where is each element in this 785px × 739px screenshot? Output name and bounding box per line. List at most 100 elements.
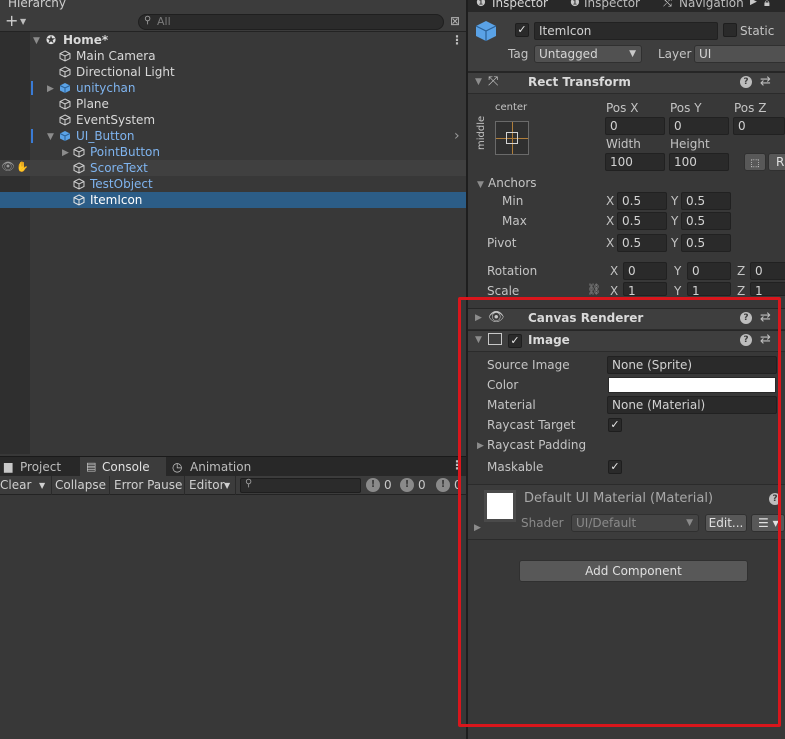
tab-navigation[interactable]: Navigation bbox=[679, 0, 744, 10]
settings-sliders-icon[interactable]: ⇄ bbox=[760, 74, 771, 89]
scale-x-input[interactable]: 1 bbox=[623, 282, 667, 296]
hierarchy-item[interactable]: ▼ UI_Button › bbox=[0, 128, 466, 144]
panel-menu-icon[interactable]: ⋮ bbox=[451, 458, 463, 472]
warning-count-toggle[interactable]: ! 0 bbox=[400, 477, 430, 494]
collapse-button[interactable]: Collapse bbox=[52, 476, 110, 495]
anchor-min-y-input[interactable]: 0.5 bbox=[681, 192, 731, 210]
edit-shader-button[interactable]: Edit... bbox=[705, 514, 747, 532]
tab-animation[interactable]: ◷ Animation bbox=[168, 457, 268, 477]
hierarchy-item-selected[interactable]: ItemIcon bbox=[0, 192, 466, 208]
hierarchy-item[interactable]: Plane bbox=[0, 96, 466, 112]
scene-menu-icon[interactable]: ⋮ bbox=[451, 32, 463, 48]
hierarchy-search-input[interactable]: ⚲ All bbox=[138, 14, 444, 30]
layer-dropdown[interactable]: UI bbox=[694, 45, 785, 63]
pos-x-input[interactable]: 0 bbox=[605, 117, 665, 135]
source-image-field[interactable]: None (Sprite) bbox=[607, 356, 777, 374]
scale-z-input[interactable]: 1 bbox=[750, 282, 785, 296]
anchor-presets-button[interactable] bbox=[495, 121, 529, 155]
rotation-x-input[interactable]: 0 bbox=[623, 262, 667, 280]
tab-inspector[interactable]: Inspector bbox=[492, 0, 548, 10]
clear-button[interactable]: Clear ▼ bbox=[0, 476, 52, 495]
rotation-z-input[interactable]: 0 bbox=[750, 262, 785, 280]
shader-dropdown[interactable]: UI/Default ▼ bbox=[571, 514, 699, 532]
error-icon: ! bbox=[366, 478, 380, 492]
pivot-x-input[interactable]: 0.5 bbox=[617, 234, 667, 252]
pickable-hand-icon[interactable]: ✋ bbox=[16, 160, 28, 176]
rect-transform-header[interactable]: ▼ ⤧ Rect Transform ? ⇄ bbox=[468, 72, 785, 94]
hierarchy-item[interactable]: ▶ PointButton bbox=[0, 144, 466, 160]
tag-dropdown[interactable]: Untagged ▼ bbox=[534, 45, 642, 63]
hierarchy-item[interactable]: EventSystem bbox=[0, 112, 466, 128]
expand-arrow-icon[interactable]: ▶ bbox=[474, 523, 481, 533]
object-name-input[interactable]: ItemIcon bbox=[534, 22, 718, 40]
settings-sliders-icon[interactable]: ⇄ bbox=[760, 332, 771, 347]
hierarchy-scene-row[interactable]: ▼ ✪ Home* ⋮ bbox=[0, 32, 466, 48]
help-icon[interactable]: ? bbox=[740, 76, 752, 88]
hierarchy-tab[interactable]: Hierarchy bbox=[8, 0, 66, 10]
inspector-tab-bar: ❶ Inspector ❶ Inspector ⤭ Navigation ▶ 🔒… bbox=[468, 0, 785, 12]
clear-dropdown-icon[interactable]: ▼ bbox=[39, 476, 45, 495]
static-checkbox[interactable] bbox=[723, 23, 737, 37]
anchor-max-x-input[interactable]: 0.5 bbox=[617, 212, 667, 230]
lock-icon[interactable]: 🔒︎ bbox=[764, 0, 770, 10]
tab-inspector-2[interactable]: Inspector bbox=[584, 0, 640, 10]
error-count-toggle[interactable]: ! 0 bbox=[366, 477, 396, 494]
more-tabs-arrow-icon[interactable]: ▶ bbox=[750, 0, 757, 7]
expand-arrow-icon[interactable]: ▶ bbox=[475, 313, 482, 323]
pivot-y-input[interactable]: 0.5 bbox=[681, 234, 731, 252]
gameobject-icon bbox=[73, 146, 85, 158]
image-enabled-checkbox[interactable]: ✓ bbox=[508, 334, 522, 348]
raycast-target-checkbox[interactable]: ✓ bbox=[608, 418, 622, 432]
help-icon[interactable]: ? bbox=[740, 312, 752, 324]
material-field[interactable]: None (Material) bbox=[607, 396, 777, 414]
rotation-x: 0 bbox=[628, 264, 636, 278]
width-input[interactable]: 100 bbox=[605, 153, 665, 171]
collapse-arrow-icon[interactable]: ▼ bbox=[475, 77, 482, 87]
color-swatch[interactable] bbox=[608, 377, 776, 393]
shader-menu-button[interactable]: ☰ ▾ bbox=[751, 514, 785, 532]
height-input[interactable]: 100 bbox=[669, 153, 729, 171]
collapse-arrow-icon[interactable]: ▼ bbox=[47, 129, 54, 145]
active-checkbox[interactable]: ✓ bbox=[515, 23, 529, 37]
raw-edit-button[interactable]: R bbox=[768, 153, 785, 171]
add-icon[interactable]: + bbox=[5, 11, 18, 30]
expand-arrow-icon[interactable]: ▶ bbox=[47, 81, 54, 97]
anchor-min-x-input[interactable]: 0.5 bbox=[617, 192, 667, 210]
add-dropdown-arrow-icon[interactable]: ▼ bbox=[20, 17, 26, 26]
settings-sliders-icon[interactable]: ⇄ bbox=[760, 310, 771, 325]
expand-arrow-icon[interactable]: ▼ bbox=[33, 33, 40, 49]
maskable-checkbox[interactable]: ✓ bbox=[608, 460, 622, 474]
pos-y-input[interactable]: 0 bbox=[669, 117, 729, 135]
hierarchy-item[interactable]: ▶ unitychan bbox=[0, 80, 466, 96]
add-component-button[interactable]: Add Component bbox=[519, 560, 748, 582]
collapse-arrow-icon[interactable]: ▼ bbox=[475, 335, 482, 345]
rotation-y-input[interactable]: 0 bbox=[687, 262, 731, 280]
hierarchy-item[interactable]: 👁 ✋ ScoreText bbox=[0, 160, 466, 176]
anchors-collapse-arrow-icon[interactable]: ▼ bbox=[477, 180, 484, 190]
anchor-max-y-input[interactable]: 0.5 bbox=[681, 212, 731, 230]
help-icon[interactable]: ? bbox=[740, 334, 752, 346]
console-search-input[interactable]: ⚲ bbox=[240, 478, 361, 493]
expand-arrow-icon[interactable]: ▶ bbox=[477, 441, 484, 451]
expand-arrow-icon[interactable]: ▶ bbox=[62, 145, 69, 161]
scale-link-icon[interactable]: ⛓ bbox=[587, 283, 601, 296]
blueprint-mode-button[interactable]: ⬚ bbox=[744, 153, 766, 171]
visibility-eye-icon[interactable]: 👁 bbox=[1, 159, 15, 175]
open-prefab-arrow-icon[interactable]: › bbox=[454, 128, 460, 144]
hierarchy-item[interactable]: Main Camera bbox=[0, 48, 466, 64]
console-log-area[interactable] bbox=[0, 495, 466, 739]
canvas-renderer-header[interactable]: ▶ 👁 Canvas Renderer ? ⇄ bbox=[468, 308, 785, 330]
pos-z-input[interactable]: 0 bbox=[733, 117, 785, 135]
gameobject-large-icon bbox=[475, 21, 497, 41]
hierarchy-item[interactable]: Directional Light bbox=[0, 64, 466, 80]
image-component-header[interactable]: ▼ ✓ Image ? ⇄ bbox=[468, 330, 785, 352]
scale-y-input[interactable]: 1 bbox=[687, 282, 731, 296]
log-count-toggle[interactable]: ! 0 bbox=[436, 477, 466, 494]
help-icon[interactable]: ? bbox=[769, 493, 781, 505]
tab-console[interactable]: ▤ Console bbox=[80, 457, 166, 477]
hierarchy-item[interactable]: TestObject bbox=[0, 176, 466, 192]
tab-project[interactable]: ▆ Project bbox=[0, 457, 78, 477]
editor-dropdown[interactable]: Editor ▼ bbox=[186, 476, 236, 495]
error-pause-button[interactable]: Error Pause bbox=[111, 476, 185, 495]
search-clear-icon[interactable]: ⊠ bbox=[450, 14, 460, 28]
